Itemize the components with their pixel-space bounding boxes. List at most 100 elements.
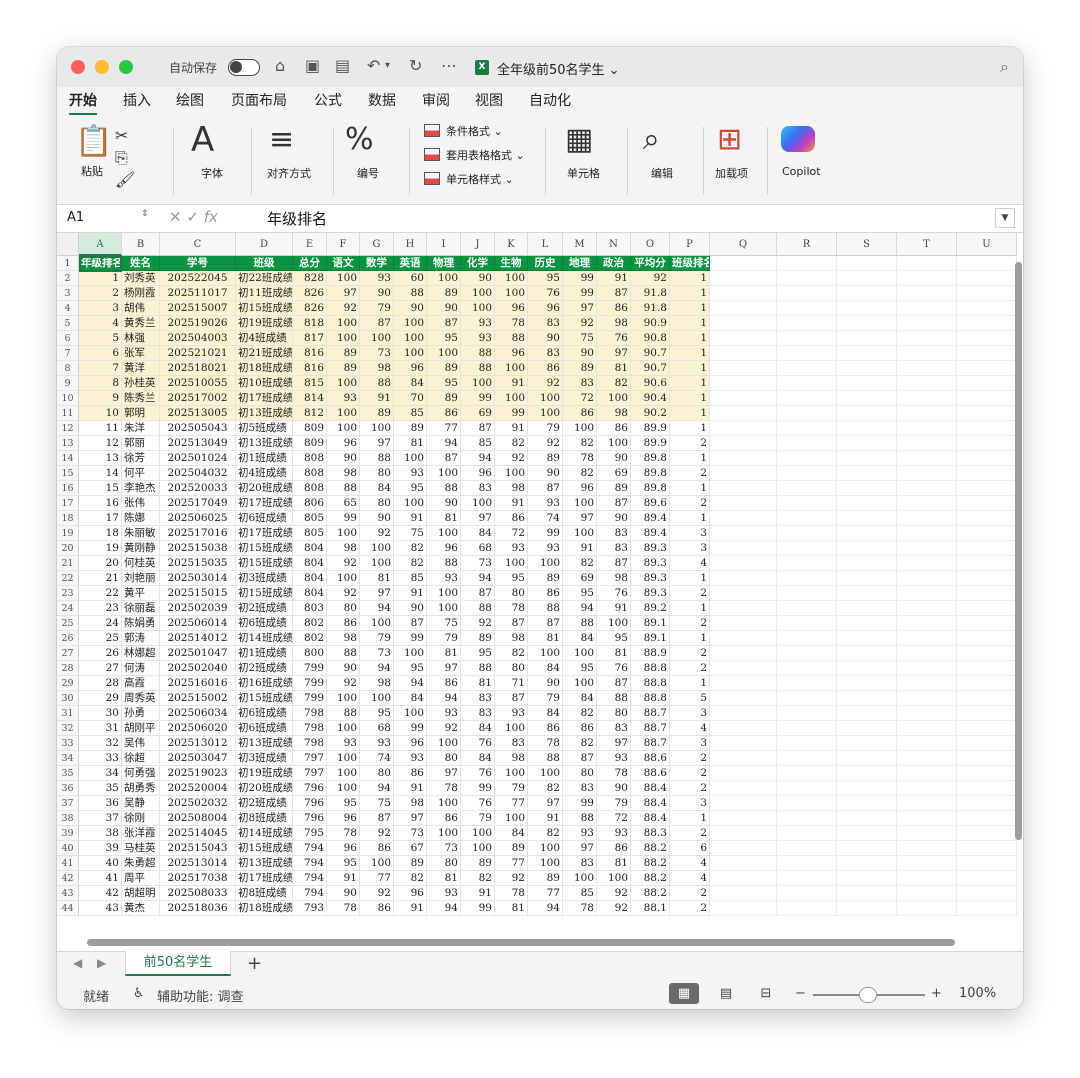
table-cell[interactable]: 91.8: [631, 301, 670, 316]
table-cell[interactable]: 798: [293, 736, 327, 751]
empty-cell[interactable]: [710, 751, 777, 766]
table-cell[interactable]: 97: [528, 796, 563, 811]
table-cell[interactable]: 86: [528, 721, 563, 736]
table-cell[interactable]: 88: [327, 481, 360, 496]
table-cell[interactable]: 95: [597, 631, 631, 646]
tab-automate[interactable]: 自动化: [529, 90, 571, 110]
table-cell[interactable]: 28: [79, 676, 122, 691]
table-cell[interactable]: 85: [394, 406, 427, 421]
empty-cell[interactable]: [777, 796, 837, 811]
table-cell[interactable]: 83: [597, 721, 631, 736]
empty-cell[interactable]: [897, 781, 957, 796]
table-cell[interactable]: 12: [79, 436, 122, 451]
table-cell[interactable]: 初1班成绩: [236, 451, 293, 466]
table-cell[interactable]: 84: [563, 631, 597, 646]
empty-cell[interactable]: [957, 676, 1017, 691]
table-cell[interactable]: 93: [360, 271, 394, 286]
table-cell[interactable]: 林强: [122, 331, 160, 346]
table-cell[interactable]: 83: [563, 781, 597, 796]
empty-cell[interactable]: [777, 451, 837, 466]
table-cell[interactable]: 81: [461, 676, 495, 691]
table-cell[interactable]: 79: [495, 781, 528, 796]
row-number[interactable]: 5: [57, 316, 79, 331]
accessibility-icon[interactable]: ♿: [133, 986, 145, 1001]
table-cell[interactable]: 86: [563, 406, 597, 421]
table-cell[interactable]: 87: [563, 751, 597, 766]
table-cell[interactable]: 98: [495, 751, 528, 766]
table-cell[interactable]: 91: [597, 601, 631, 616]
empty-cell[interactable]: [710, 376, 777, 391]
table-cell[interactable]: 94: [563, 601, 597, 616]
table-cell[interactable]: 826: [293, 301, 327, 316]
row-number[interactable]: 3: [57, 286, 79, 301]
row-number[interactable]: 12: [57, 421, 79, 436]
table-cell[interactable]: 96: [563, 481, 597, 496]
table-cell[interactable]: 91: [461, 886, 495, 901]
empty-cell[interactable]: [837, 451, 897, 466]
table-cell[interactable]: 89.9: [631, 436, 670, 451]
table-cell[interactable]: 周平: [122, 871, 160, 886]
table-cell[interactable]: 89: [360, 406, 394, 421]
table-cell[interactable]: 89.8: [631, 481, 670, 496]
empty-cell[interactable]: [777, 316, 837, 331]
table-cell[interactable]: 65: [327, 496, 360, 511]
table-cell[interactable]: 100: [327, 331, 360, 346]
table-cell[interactable]: 88.3: [631, 826, 670, 841]
expand-formula-icon[interactable]: ▼: [995, 208, 1015, 228]
table-cell[interactable]: 95: [427, 376, 461, 391]
table-cell[interactable]: 73: [461, 556, 495, 571]
table-cell[interactable]: 90: [327, 886, 360, 901]
table-cell[interactable]: 100: [461, 286, 495, 301]
table-cell[interactable]: 91: [563, 541, 597, 556]
column-header[interactable]: A: [79, 233, 122, 256]
table-cell[interactable]: 初17班成绩: [236, 496, 293, 511]
table-cell[interactable]: 67: [394, 841, 427, 856]
empty-cell[interactable]: [710, 811, 777, 826]
table-cell[interactable]: 89.3: [631, 571, 670, 586]
empty-cell[interactable]: [837, 736, 897, 751]
empty-cell[interactable]: [957, 646, 1017, 661]
empty-cell[interactable]: [710, 736, 777, 751]
table-cell[interactable]: 94: [360, 601, 394, 616]
table-cell[interactable]: 92: [528, 436, 563, 451]
empty-cell[interactable]: [710, 511, 777, 526]
empty-cell[interactable]: [897, 466, 957, 481]
table-cell[interactable]: 杨刚霞: [122, 286, 160, 301]
table-cell[interactable]: 202514045: [160, 826, 236, 841]
empty-cell[interactable]: [897, 751, 957, 766]
table-cell[interactable]: 796: [293, 796, 327, 811]
table-cell[interactable]: 73: [360, 346, 394, 361]
table-cell[interactable]: 初18班成绩: [236, 901, 293, 916]
table-cell[interactable]: 89: [394, 421, 427, 436]
table-cell[interactable]: 96: [394, 736, 427, 751]
header-cell[interactable]: 班级: [236, 256, 293, 271]
column-header[interactable]: G: [360, 233, 394, 256]
table-cell[interactable]: 2: [670, 901, 710, 916]
table-cell[interactable]: 96: [394, 886, 427, 901]
table-cell[interactable]: 97: [597, 736, 631, 751]
table-cell[interactable]: 100: [528, 856, 563, 871]
table-cell[interactable]: 97: [427, 766, 461, 781]
table-cell[interactable]: 85: [563, 886, 597, 901]
empty-cell[interactable]: [777, 466, 837, 481]
empty-cell[interactable]: [957, 706, 1017, 721]
empty-cell[interactable]: [837, 256, 897, 271]
row-number[interactable]: 16: [57, 481, 79, 496]
table-cell[interactable]: 初10班成绩: [236, 376, 293, 391]
empty-cell[interactable]: [710, 646, 777, 661]
row-number[interactable]: 37: [57, 796, 79, 811]
table-cell[interactable]: 87: [597, 676, 631, 691]
table-cell[interactable]: 初13班成绩: [236, 406, 293, 421]
table-cell[interactable]: 100: [563, 676, 597, 691]
table-cell[interactable]: 88: [461, 361, 495, 376]
empty-cell[interactable]: [837, 556, 897, 571]
table-cell[interactable]: 初21班成绩: [236, 346, 293, 361]
table-cell[interactable]: 87: [427, 316, 461, 331]
table-cell[interactable]: 89: [528, 451, 563, 466]
table-cell[interactable]: 初3班成绩: [236, 571, 293, 586]
table-cell[interactable]: 88: [461, 346, 495, 361]
select-all-corner[interactable]: [57, 233, 79, 256]
table-cell[interactable]: 初6班成绩: [236, 616, 293, 631]
empty-cell[interactable]: [710, 541, 777, 556]
table-cell[interactable]: 34: [79, 766, 122, 781]
